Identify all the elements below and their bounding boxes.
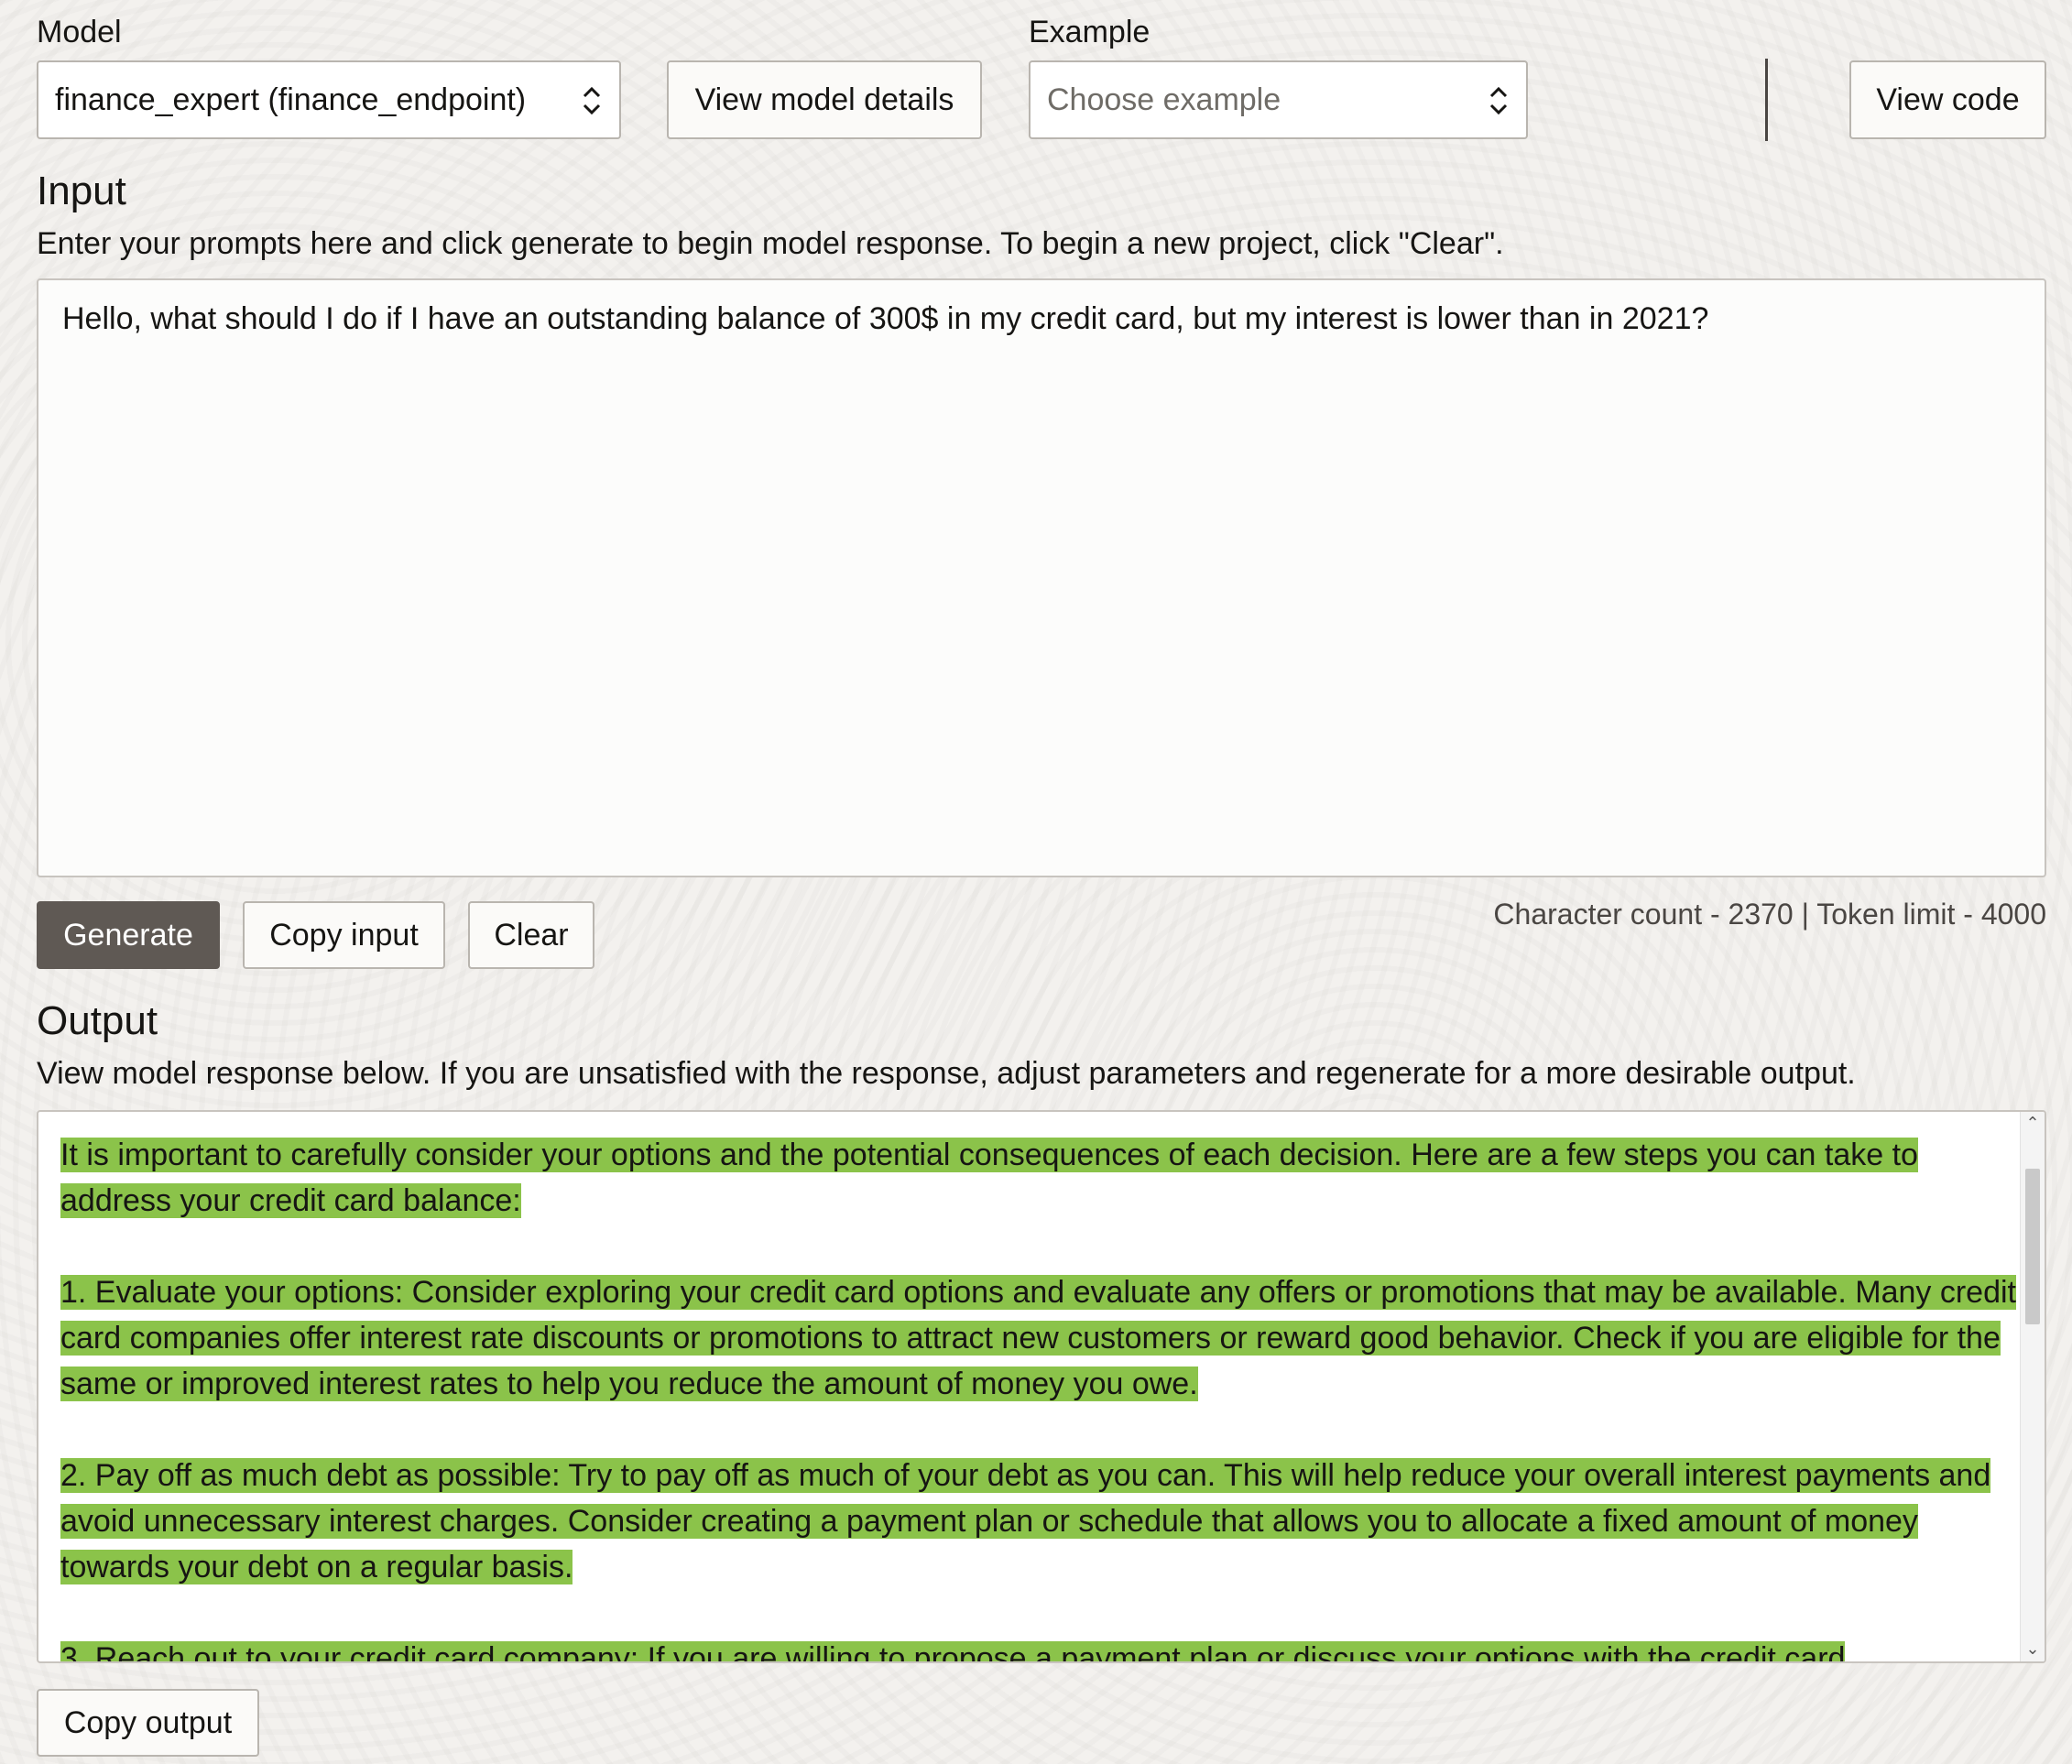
input-title: Input: [37, 169, 126, 213]
input-description: Enter your prompts here and click genera…: [37, 226, 1504, 261]
output-paragraph: 1. Evaluate your options: Consider explo…: [60, 1269, 2030, 1407]
model-select-value: finance_expert (finance_endpoint): [55, 82, 527, 117]
model-select[interactable]: finance_expert (finance_endpoint): [37, 60, 621, 139]
playground-page: Model finance_expert (finance_endpoint) …: [0, 0, 2072, 1764]
output-paragraph: 3. Reach out to your credit card company…: [60, 1636, 2030, 1661]
output-paragraph-text: 1. Evaluate your options: Consider explo…: [60, 1275, 2016, 1401]
output-scrollbar[interactable]: ⌃ ⌄: [2020, 1112, 2045, 1661]
chevron-up-down-icon: [583, 86, 601, 115]
example-select[interactable]: Choose example: [1029, 60, 1528, 139]
output-paragraph-text: 3. Reach out to your credit card company…: [60, 1641, 1846, 1661]
output-paragraph: It is important to carefully consider yo…: [60, 1132, 2030, 1224]
output-paragraph-text: 2. Pay off as much debt as possible: Try…: [60, 1458, 1991, 1584]
output-text: It is important to carefully consider yo…: [60, 1132, 2030, 1661]
scroll-down-arrow-icon[interactable]: ⌄: [2021, 1638, 2045, 1661]
scroll-thumb[interactable]: [2025, 1169, 2040, 1324]
copy-input-button[interactable]: Copy input: [243, 901, 445, 969]
output-paragraph: 2. Pay off as much debt as possible: Try…: [60, 1453, 2030, 1590]
output-panel[interactable]: It is important to carefully consider yo…: [37, 1110, 2046, 1663]
prompt-text: Hello, what should I do if I have an out…: [62, 301, 1709, 336]
generate-button[interactable]: Generate: [37, 901, 220, 969]
output-title: Output: [37, 998, 158, 1043]
character-count: Character count - 2370 | Token limit - 4…: [1493, 898, 2046, 931]
view-code-button[interactable]: View code: [1849, 60, 2046, 139]
view-model-details-button[interactable]: View model details: [667, 60, 982, 139]
output-paragraph-text: It is important to carefully consider yo…: [60, 1138, 1918, 1218]
scroll-up-arrow-icon[interactable]: ⌃: [2021, 1112, 2045, 1136]
copy-output-button[interactable]: Copy output: [37, 1689, 259, 1757]
output-description: View model response below. If you are un…: [37, 1056, 1856, 1091]
model-label: Model: [37, 15, 122, 49]
prompt-textarea[interactable]: Hello, what should I do if I have an out…: [37, 278, 2046, 877]
toolbar-divider: [1765, 59, 1768, 141]
example-label: Example: [1029, 15, 1151, 49]
chevron-up-down-icon: [1489, 86, 1508, 115]
clear-button[interactable]: Clear: [468, 901, 594, 969]
example-select-placeholder: Choose example: [1047, 82, 1281, 117]
